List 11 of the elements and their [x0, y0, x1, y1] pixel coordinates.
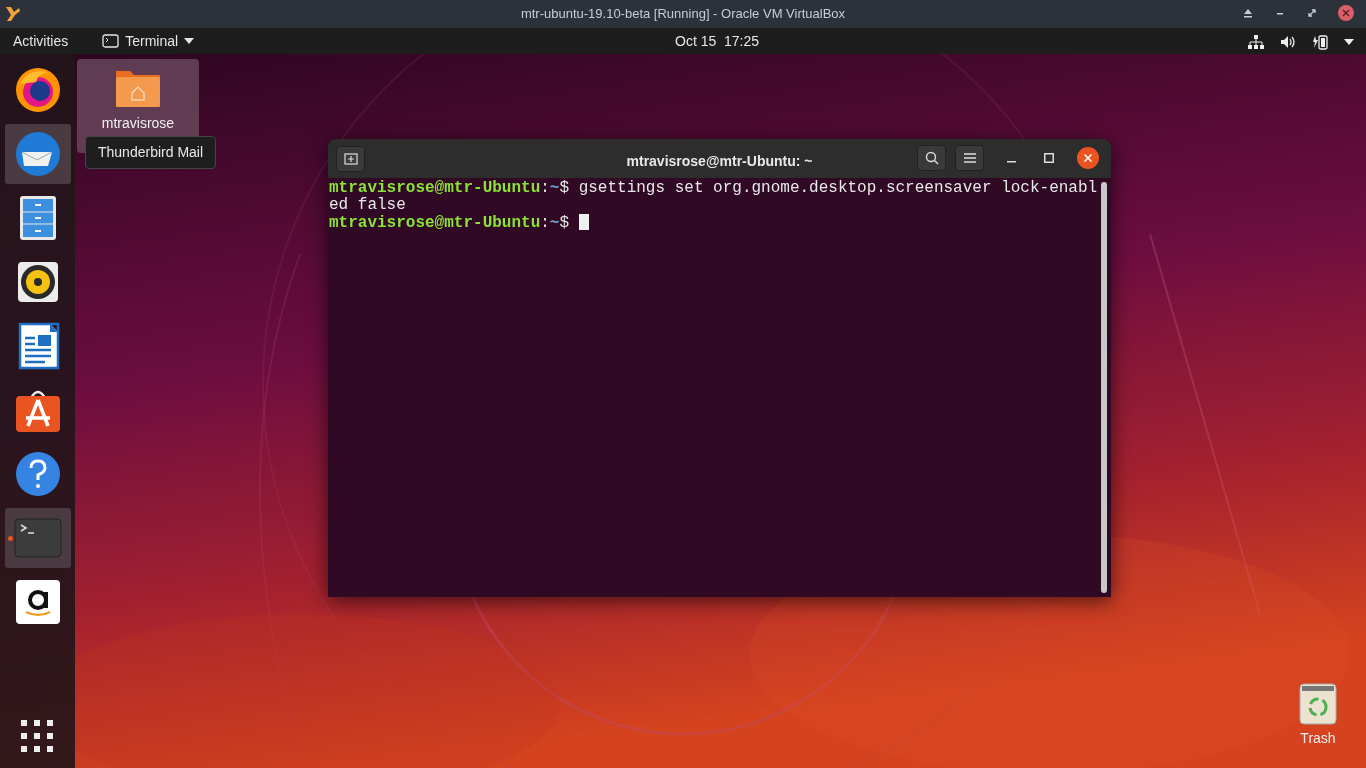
terminal-line: mtravisrose@mtr-Ubuntu:~$ gsettings set org.gnome.desktop.screensaver lock-enabled false [329, 180, 1098, 214]
icon-label: mtravisrose [101, 114, 175, 133]
activities-button[interactable]: Activities [13, 30, 69, 52]
window-title: mtravisrose@mtr-Ubuntu: ~ [626, 153, 813, 169]
icon-label: Trash [1300, 729, 1336, 748]
terminal-line: mtravisrose@mtr-Ubuntu:~$ [329, 214, 1098, 232]
clock[interactable]: Oct 15 17:25 [675, 30, 760, 52]
app-menu[interactable]: Terminal [102, 30, 195, 52]
window-title: mtr-ubuntu-19.10-beta [Running] - Oracle VM VirtualBox [520, 5, 846, 24]
app-menu-label: Terminal [125, 31, 179, 51]
tooltip: Thunderbird Mail [85, 136, 217, 169]
